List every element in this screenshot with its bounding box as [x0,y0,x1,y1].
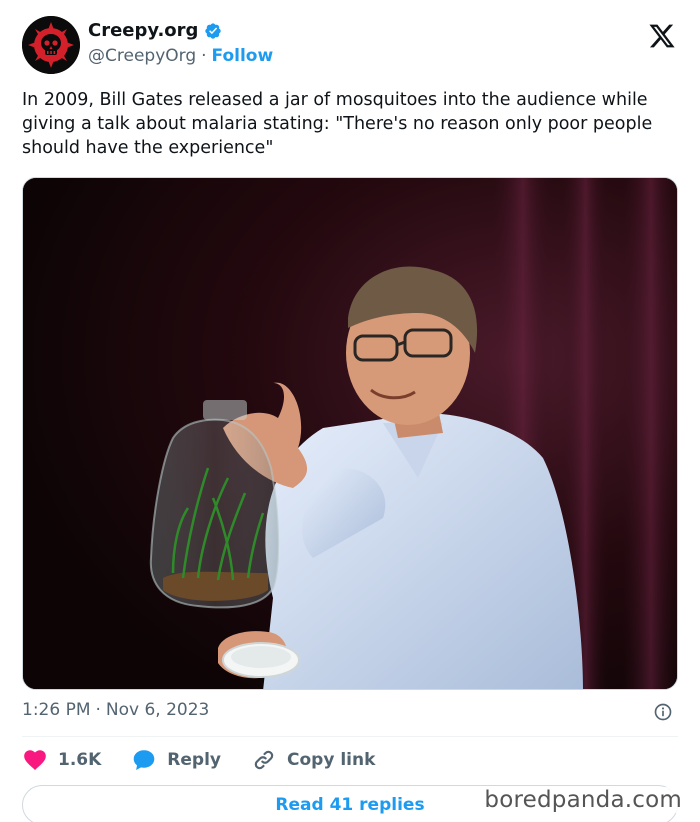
verified-badge-icon [205,22,222,39]
tweet-header: Creepy.org @CreepyOrg · Follow [22,16,682,78]
avatar[interactable] [22,16,80,74]
speech-bubble-icon [134,750,155,770]
handle-row: @CreepyOrg · Follow [88,46,273,66]
display-name[interactable]: Creepy.org [88,20,198,41]
heart-icon [24,750,46,770]
action-bar: 1.6K Reply Copy link [22,745,405,775]
tweet-timestamp[interactable]: 1:26 PM · Nov 6, 2023 [22,700,209,720]
x-logo-icon[interactable] [648,22,676,50]
watermark: boredpanda.com [480,787,686,813]
info-icon[interactable] [653,702,673,722]
tweet-date: Nov 6, 2023 [105,700,210,720]
follow-button[interactable]: Follow [212,46,274,66]
photo-speaker-with-jar [23,178,677,689]
reply-label: Reply [167,750,221,770]
tweet-text: In 2009, Bill Gates released a jar of mo… [22,90,653,158]
copy-link-label: Copy link [287,750,376,770]
tweet-time: 1:26 PM [22,700,91,720]
separator: · [201,46,207,66]
like-count: 1.6K [58,750,102,770]
skull-logo-icon [22,16,80,74]
tweet-photo[interactable] [22,177,678,690]
handle[interactable]: @CreepyOrg [88,46,196,66]
like-button[interactable]: 1.6K [22,747,101,773]
divider [22,736,678,737]
timestamp-separator: · [95,700,101,720]
link-icon [254,750,274,770]
name-row: Creepy.org [88,20,222,41]
copy-link-button[interactable]: Copy link [251,747,375,773]
reply-button[interactable]: Reply [131,747,221,773]
